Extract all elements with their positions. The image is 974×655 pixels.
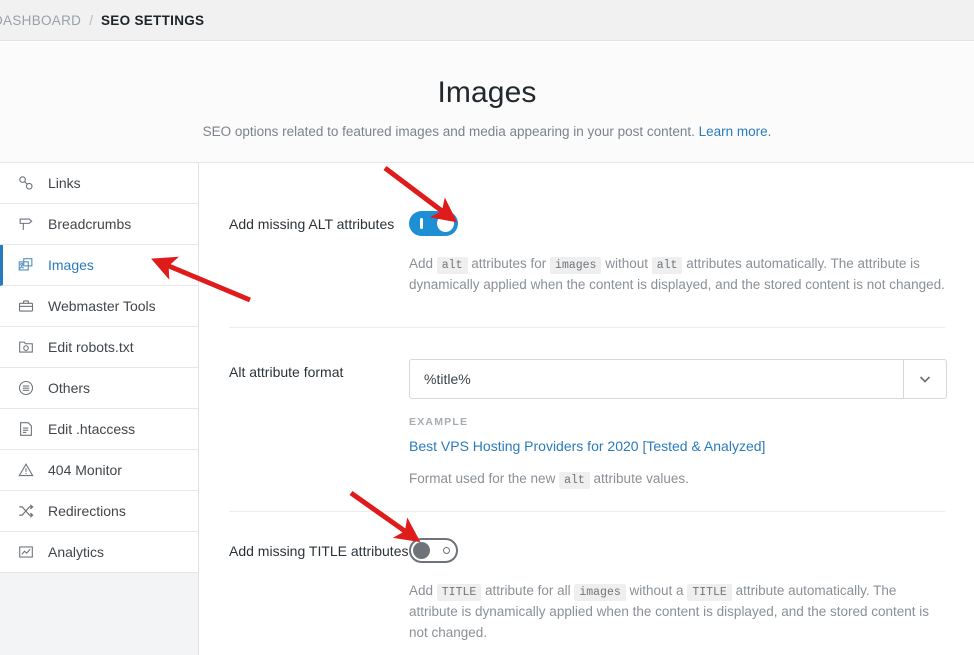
toggle-on-bar-icon [420, 218, 423, 229]
example-caption: EXAMPLE [409, 415, 469, 428]
sidebar: Links Breadcrumbs Images Webmaster Tools Edi… [0, 163, 199, 655]
code-token: images [550, 257, 602, 274]
page-subtitle: SEO options related to featured images a… [0, 122, 974, 142]
breadcrumb-current: SEO SETTINGS [100, 12, 205, 28]
alt-format-select[interactable]: %title% [409, 358, 947, 399]
sidebar-item-images[interactable]: Images [0, 245, 198, 286]
sidebar-item-label: Breadcrumbs [48, 216, 132, 232]
toggle-knob [413, 541, 430, 559]
setting-body-title-attributes: Add TITLE attribute for all images witho… [409, 537, 945, 644]
setting-description-alt-attributes: Add alt attributes for images without al… [409, 256, 945, 292]
settings-content: Add missing ALT attributes Add alt attri… [200, 163, 974, 655]
sidebar-item-webmaster-tools[interactable]: Webmaster Tools [0, 286, 198, 327]
example-value: Best VPS Hosting Providers for 2020 [Tes… [409, 437, 766, 454]
sidebar-nav-list: Links Breadcrumbs Images Webmaster Tools Edi… [0, 163, 198, 573]
toolbox-icon [15, 295, 37, 317]
setting-row-alt-attributes: Add missing ALT attributes Add alt attri… [200, 163, 974, 296]
sidebar-item-others[interactable]: Others [0, 368, 198, 409]
sidebar-item-edit-htaccess[interactable]: Edit .htaccess [0, 409, 198, 450]
learn-more-link[interactable]: Learn more. [699, 124, 772, 139]
breadcrumb-separator: / [89, 12, 93, 28]
sidebar-item-edit-robots-txt[interactable]: Edit robots.txt [0, 327, 198, 368]
toggle-off-circle-icon [443, 546, 450, 554]
setting-description-title-attributes: Add TITLE attribute for all images witho… [409, 582, 930, 640]
code-token: images [574, 583, 626, 601]
breadcrumb: DASHBOARD / SEO SETTINGS [0, 0, 974, 41]
sidebar-filler [0, 573, 198, 655]
page-subtitle-text: SEO options related to featured images a… [202, 123, 695, 139]
sidebar-item-label: Edit .htaccess [48, 421, 136, 437]
code-token: alt [559, 471, 590, 489]
breadcrumb-icon [15, 213, 37, 235]
sidebar-item-analytics[interactable]: Analytics [0, 532, 198, 573]
page-header: Images SEO options related to featured i… [0, 42, 974, 163]
sidebar-item-label: Webmaster Tools [48, 298, 156, 314]
toggle-add-missing-alt[interactable] [409, 211, 458, 236]
link-icon [15, 172, 37, 194]
code-token: alt [436, 257, 468, 274]
toggle-knob [437, 215, 454, 232]
sidebar-item-label: Analytics [48, 544, 105, 560]
document-icon [15, 418, 37, 440]
chart-icon [15, 541, 37, 563]
sidebar-item-label: 404 Monitor [48, 462, 122, 478]
sidebar-item-redirections[interactable]: Redirections [0, 491, 198, 532]
list-circle-icon [15, 377, 37, 399]
shuffle-icon [15, 500, 37, 522]
setting-label-alt-format: Alt attribute format [229, 363, 344, 380]
setting-label-title-attributes: Add missing TITLE attributes [229, 542, 409, 559]
code-token: alt [651, 257, 683, 274]
sidebar-item-label: Others [48, 380, 91, 396]
sidebar-item-label: Edit robots.txt [48, 339, 134, 355]
code-token: TITLE [687, 583, 732, 601]
images-icon [15, 254, 37, 276]
setting-description-alt-format: Format used for the new alt attribute va… [409, 470, 689, 489]
sidebar-item-404-monitor[interactable]: 404 Monitor [0, 450, 198, 491]
sidebar-item-label: Links [48, 175, 81, 191]
code-token: TITLE [436, 583, 482, 601]
sidebar-item-links[interactable]: Links [0, 163, 198, 204]
page-title: Images [437, 76, 537, 109]
sidebar-item-breadcrumbs[interactable]: Breadcrumbs [0, 204, 198, 245]
warning-triangle-icon [15, 459, 37, 481]
setting-row-title-attributes: Add missing TITLE attributes Add TITLE a… [200, 512, 974, 644]
chevron-down-icon[interactable] [903, 359, 946, 398]
setting-body-alt-format: %title% EXAMPLE Best VPS Hosting Provide… [409, 358, 947, 490]
sidebar-item-label: Images [48, 257, 94, 273]
breadcrumb-root[interactable]: DASHBOARD [0, 13, 81, 28]
sidebar-item-label: Redirections [48, 503, 126, 519]
setting-row-alt-format: Alt attribute format %title% EXAMPLE Bes… [200, 328, 974, 490]
setting-label-alt-attributes: Add missing ALT attributes [229, 216, 395, 232]
alt-format-value[interactable]: %title% [410, 371, 471, 387]
toggle-add-missing-title[interactable] [409, 537, 458, 563]
robot-file-icon [15, 336, 37, 358]
setting-body-alt-attributes: Add alt attributes for images without al… [409, 211, 945, 296]
